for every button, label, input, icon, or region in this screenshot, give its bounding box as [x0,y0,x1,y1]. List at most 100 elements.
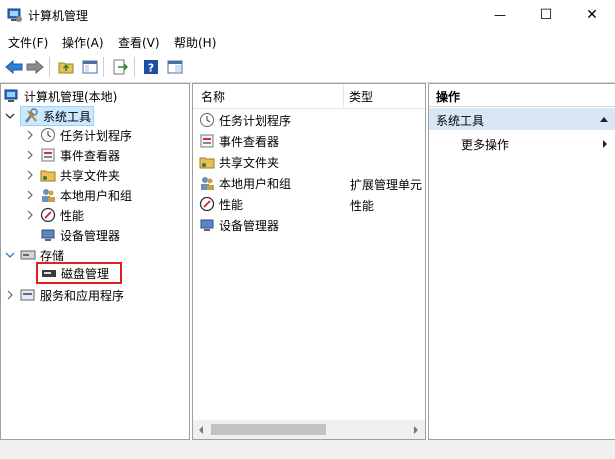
tree-item-system-tools-selection: 系统工具 [20,106,95,126]
list-item[interactable]: 本地用户和组 [199,173,291,193]
up-folder-icon [58,62,74,74]
submenu-arrow-icon [603,140,607,148]
show-tree-icon [82,60,98,74]
clock-icon [41,128,55,142]
chevron-right-icon[interactable] [24,209,36,221]
collapse-up-icon[interactable] [599,115,609,123]
tree-item-disk-management[interactable]: 磁盘管理 [36,262,122,284]
menu-help[interactable]: 帮助(H) [174,34,216,51]
show-tree-button[interactable] [80,57,100,77]
svg-text:?: ? [148,62,154,75]
users-icon [42,189,55,202]
status-bar [0,440,615,459]
tools-icon [25,108,38,123]
tree-item-label: 服务和应用程序 [40,288,125,303]
disk-icon [42,270,56,277]
tree-item-label: 事件查看器 [60,148,121,163]
list-item-name: 事件查看器 [219,134,280,149]
help-button[interactable]: ? [141,57,161,77]
tree-item-label: 性能 [60,208,85,223]
more-actions-item[interactable]: 更多操作 [461,136,509,153]
window-title: 计算机管理 [28,9,89,23]
chevron-right-icon[interactable] [24,169,36,181]
chevron-right-icon[interactable] [24,129,36,141]
maximize-button[interactable]: ☐ [523,0,569,30]
device-manager-icon [200,219,214,231]
chevron-down-icon[interactable] [4,110,16,122]
scroll-left-icon[interactable] [197,424,205,438]
tree-item-task-scheduler[interactable]: 任务计划程序 [24,125,132,145]
close-icon: ✕ [586,7,598,23]
menu-view[interactable]: 查看(V) [118,34,160,51]
toolbar-separator [134,57,135,77]
list-item[interactable]: 性能 [199,194,243,214]
forward-button[interactable] [25,57,45,77]
menu-file[interactable]: 文件(F) [8,34,48,51]
performance-icon [40,207,56,223]
list-item[interactable]: 事件查看器 [199,131,279,151]
chevron-right-icon[interactable] [24,189,36,201]
tree-item-label: 设备管理器 [60,228,121,243]
chevron-right-icon[interactable] [24,149,36,161]
export-list-button[interactable] [110,57,130,77]
more-actions-label: 更多操作 [461,138,510,152]
users-icon [201,177,214,190]
list-item-name: 本地用户和组 [219,176,292,191]
tree-item-services[interactable]: 服务和应用程序 [4,285,124,305]
computer-management-icon [7,8,22,22]
minimize-button[interactable]: — [477,0,523,30]
close-button[interactable]: ✕ [569,0,615,30]
tree-item-performance[interactable]: 性能 [24,205,84,225]
list-item[interactable]: 共享文件夹 [199,152,279,172]
menu-action[interactable]: 操作(A) [62,34,104,51]
scroll-right-icon[interactable] [412,424,420,438]
performance-icon [199,196,215,212]
actions-section-system-tools[interactable]: 系统工具 [429,108,615,130]
toolbar-separator [103,57,104,77]
minimize-icon: — [494,8,506,22]
column-header-type[interactable]: 类型 [349,88,373,105]
shared-folder-icon [199,157,215,169]
back-arrow-icon [5,60,23,74]
column-separator[interactable] [343,84,344,108]
back-button[interactable] [4,57,24,77]
forward-arrow-icon [26,60,44,74]
column-header-name[interactable]: 名称 [201,88,225,105]
tree-item-label: 存储 [40,248,65,263]
horizontal-scrollbar[interactable] [193,420,425,439]
list-item[interactable]: 设备管理器 [199,215,279,235]
list-item-name: 设备管理器 [219,218,280,233]
tree-item-label: 任务计划程序 [60,128,133,143]
tree-root-label: 计算机管理(本地) [24,89,118,104]
properties-button[interactable] [165,57,185,77]
list-item-type: 扩展管理单元 [350,178,423,192]
tree-item-label: 共享文件夹 [60,168,121,183]
actions-header: 操作 [429,84,615,107]
chevron-down-icon[interactable] [4,249,16,261]
navigation-tree[interactable]: 计算机管理(本地) 系统工具 任务计划程序 事件查看器 共享文件夹 本地用户和组… [0,83,190,440]
maximize-icon: ☐ [539,7,553,23]
tree-item-label: 磁盘管理 [61,266,110,281]
content-list[interactable]: 名称 类型 任务计划程序 事件查看器 共享文件夹 本地用户和组 扩展管理单元 性… [192,83,426,440]
properties-icon [167,60,183,74]
storage-icon [20,250,36,260]
tree-item-system-tools[interactable]: 系统工具 [4,106,95,126]
tree-root[interactable]: 计算机管理(本地) [4,86,117,106]
actions-pane: 操作 系统工具 更多操作 [428,83,615,440]
list-item-name: 性能 [219,197,244,212]
list-item[interactable]: 任务计划程序 [199,110,291,130]
actions-header-label: 操作 [436,90,461,104]
tree-item-device-manager[interactable]: 设备管理器 [40,225,120,245]
up-folder-button[interactable] [56,57,76,77]
list-item-name: 共享文件夹 [219,155,280,170]
list-header [193,84,425,109]
toolbar-separator [49,57,50,77]
clock-icon [200,113,214,127]
tree-item-label: 本地用户和组 [60,188,133,203]
chevron-right-icon[interactable] [4,289,16,301]
tree-item-local-users[interactable]: 本地用户和组 [24,185,132,205]
tree-item-event-viewer[interactable]: 事件查看器 [24,145,120,165]
tree-item-shared-folders[interactable]: 共享文件夹 [24,165,120,185]
scrollbar-thumb[interactable] [211,424,326,435]
device-manager-icon [41,229,55,241]
